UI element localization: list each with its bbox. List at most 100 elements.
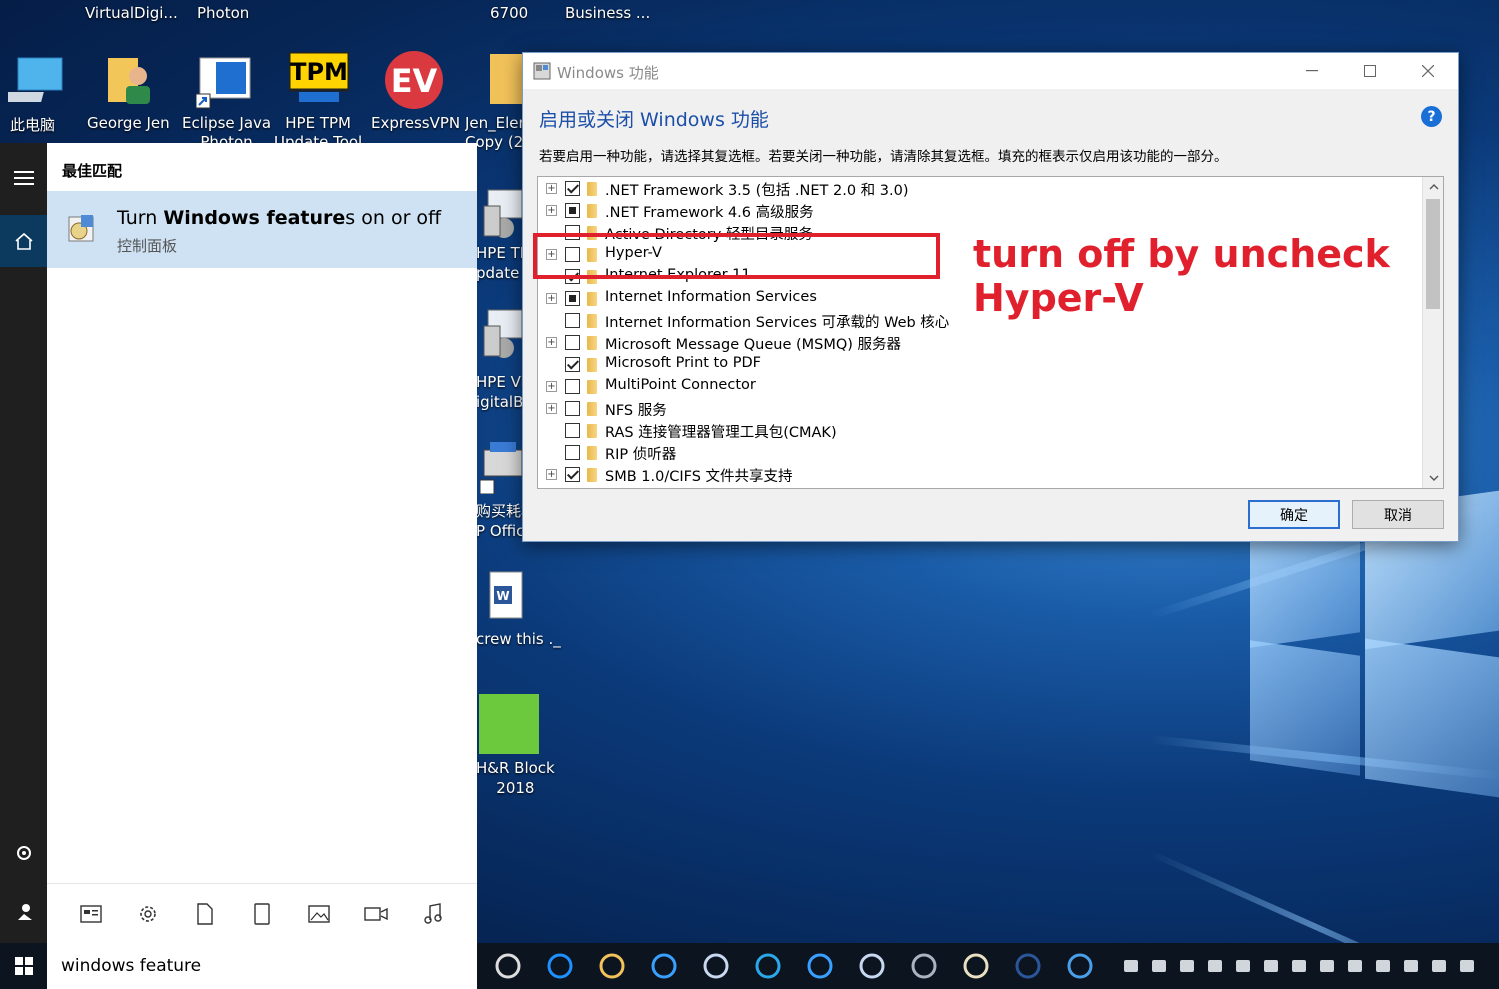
ok-button[interactable]: 确定 — [1248, 500, 1340, 529]
scroll-up-icon[interactable] — [1423, 177, 1443, 197]
onedrive-icon[interactable] — [1176, 951, 1198, 981]
folder-icon — [587, 336, 597, 350]
folder-icon — [587, 424, 597, 438]
circle-tray-icon[interactable] — [1316, 951, 1338, 981]
expand-icon[interactable]: + — [546, 403, 557, 414]
tablet-filter-icon[interactable] — [249, 902, 275, 926]
control-panel-icon — [67, 213, 97, 245]
documents-filter-icon[interactable] — [192, 902, 218, 926]
ie-icon[interactable] — [649, 951, 679, 981]
paint-icon[interactable] — [961, 951, 991, 981]
install-icon — [480, 306, 524, 362]
settings-filter-icon[interactable] — [135, 902, 161, 926]
ime-icon[interactable] — [1400, 951, 1422, 981]
expand-icon[interactable]: + — [546, 469, 557, 480]
feature-list-scrollbar[interactable] — [1422, 177, 1443, 488]
feature-row[interactable]: + NFS 服务 — [538, 398, 1423, 420]
minimize-button[interactable] — [1283, 53, 1341, 89]
printer-tray-icon[interactable] — [1148, 951, 1170, 981]
search-input[interactable] — [61, 953, 461, 979]
edge-icon[interactable] — [545, 951, 575, 981]
feature-label: SMB 1.0/CIFS 文件共享支持 — [605, 469, 793, 485]
feature-label: Microsoft Print to PDF — [605, 355, 761, 371]
ie-icon[interactable] — [805, 951, 835, 981]
feature-row[interactable]: + SMB 1.0/CIFS 文件共享支持 — [538, 464, 1423, 486]
desktop-icon-label[interactable]: Business ... — [565, 4, 650, 22]
feature-checkbox[interactable] — [565, 423, 580, 438]
feature-checkbox[interactable] — [565, 335, 580, 350]
desktop-icon-label: George Jen — [87, 114, 170, 132]
cortana-icon[interactable] — [857, 951, 887, 981]
dollar-icon[interactable] — [1204, 951, 1226, 981]
start-button[interactable] — [0, 943, 47, 989]
photos-filter-icon[interactable] — [306, 902, 332, 926]
feature-row[interactable]: RAS 连接管理器管理工具包(CMAK) — [538, 420, 1423, 442]
expand-icon[interactable]: + — [546, 337, 557, 348]
cortana-icon[interactable] — [701, 951, 731, 981]
folder-icon — [587, 380, 597, 394]
expressvpn-icon: EV — [384, 50, 443, 109]
dialog-titlebar[interactable]: Windows 功能 — [523, 53, 1458, 89]
close-button[interactable] — [1399, 53, 1457, 89]
feature-checkbox[interactable] — [565, 181, 580, 196]
cancel-button[interactable]: 取消 — [1352, 500, 1444, 529]
feature-checkbox[interactable] — [565, 291, 580, 306]
result-subtitle: 控制面板 — [117, 237, 178, 255]
feature-label: Internet Information Services 可承载的 Web 核… — [605, 315, 950, 331]
settings-icon[interactable] — [0, 830, 47, 876]
videos-filter-icon[interactable] — [363, 902, 389, 926]
music-filter-icon[interactable] — [420, 902, 446, 926]
desktop-icon-label: Eclipse Java Photon — [182, 114, 272, 144]
feature-checkbox[interactable] — [565, 379, 580, 394]
feedback-icon[interactable] — [0, 889, 47, 935]
feature-label: Internet Information Services — [605, 289, 817, 305]
tools-icon[interactable] — [1372, 951, 1394, 981]
file-explorer-icon[interactable] — [597, 951, 627, 981]
expand-icon[interactable]: + — [546, 205, 557, 216]
feature-checkbox[interactable] — [565, 467, 580, 482]
feature-checkbox[interactable] — [565, 203, 580, 218]
shield-icon[interactable] — [1260, 951, 1282, 981]
feature-row[interactable]: RIP 侦听器 — [538, 442, 1423, 464]
feature-checkbox[interactable] — [565, 401, 580, 416]
network-icon[interactable] — [1120, 951, 1142, 981]
remote-desktop-icon[interactable] — [1065, 951, 1095, 981]
feature-row[interactable]: + .NET Framework 3.5 (包括 .NET 2.0 和 3.0) — [538, 178, 1423, 200]
desktop-icon-label: HPE TI pdate — [476, 244, 522, 282]
desktop-icon-label[interactable]: Photon — [197, 4, 249, 22]
desktop-icon-label[interactable]: 6700 — [490, 4, 528, 22]
svg-text:TPM: TPM — [290, 58, 348, 86]
feature-row[interactable]: + .NET Framework 4.6 高级服务 — [538, 200, 1423, 222]
search-box[interactable] — [47, 943, 477, 989]
feature-checkbox[interactable] — [565, 445, 580, 460]
java-icon[interactable] — [1232, 951, 1254, 981]
task-view-icon[interactable] — [493, 951, 523, 981]
feature-row[interactable]: Microsoft Print to PDF — [538, 354, 1423, 376]
orange-app-icon[interactable] — [1288, 951, 1310, 981]
feature-row[interactable]: + MultiPoint Connector — [538, 376, 1423, 398]
expand-icon[interactable]: + — [546, 183, 557, 194]
search-result-turn-windows-features[interactable]: Turn Windows features on or off 控制面板 — [47, 191, 477, 268]
desktop-icon-label: 购买耗材 P Offic — [476, 502, 522, 540]
home-icon[interactable] — [0, 215, 47, 267]
more-icon[interactable] — [1456, 951, 1478, 981]
desktop-icon-label[interactable]: VirtualDigi... — [85, 4, 178, 22]
scroll-down-icon[interactable] — [1423, 468, 1443, 488]
expand-icon[interactable]: + — [546, 381, 557, 392]
skype-tray-icon[interactable] — [1428, 951, 1450, 981]
feature-row[interactable]: + Microsoft Message Queue (MSMQ) 服务器 — [538, 332, 1423, 354]
expand-icon[interactable]: + — [546, 293, 557, 304]
word-icon[interactable] — [1013, 951, 1043, 981]
highlight-box — [533, 233, 940, 279]
feature-checkbox[interactable] — [565, 313, 580, 328]
apps-filter-icon[interactable] — [78, 902, 104, 926]
feature-checkbox[interactable] — [565, 357, 580, 372]
feature-tree: + .NET Framework 3.5 (包括 .NET 2.0 和 3.0) +… — [537, 176, 1444, 489]
printer-icon — [479, 440, 524, 496]
hamburger-menu-icon[interactable] — [0, 155, 47, 201]
maximize-button[interactable] — [1341, 53, 1399, 89]
app-icon[interactable] — [909, 951, 939, 981]
help-icon[interactable]: ? — [1421, 106, 1442, 127]
skype-icon[interactable] — [753, 951, 783, 981]
capture-icon[interactable] — [1344, 951, 1366, 981]
